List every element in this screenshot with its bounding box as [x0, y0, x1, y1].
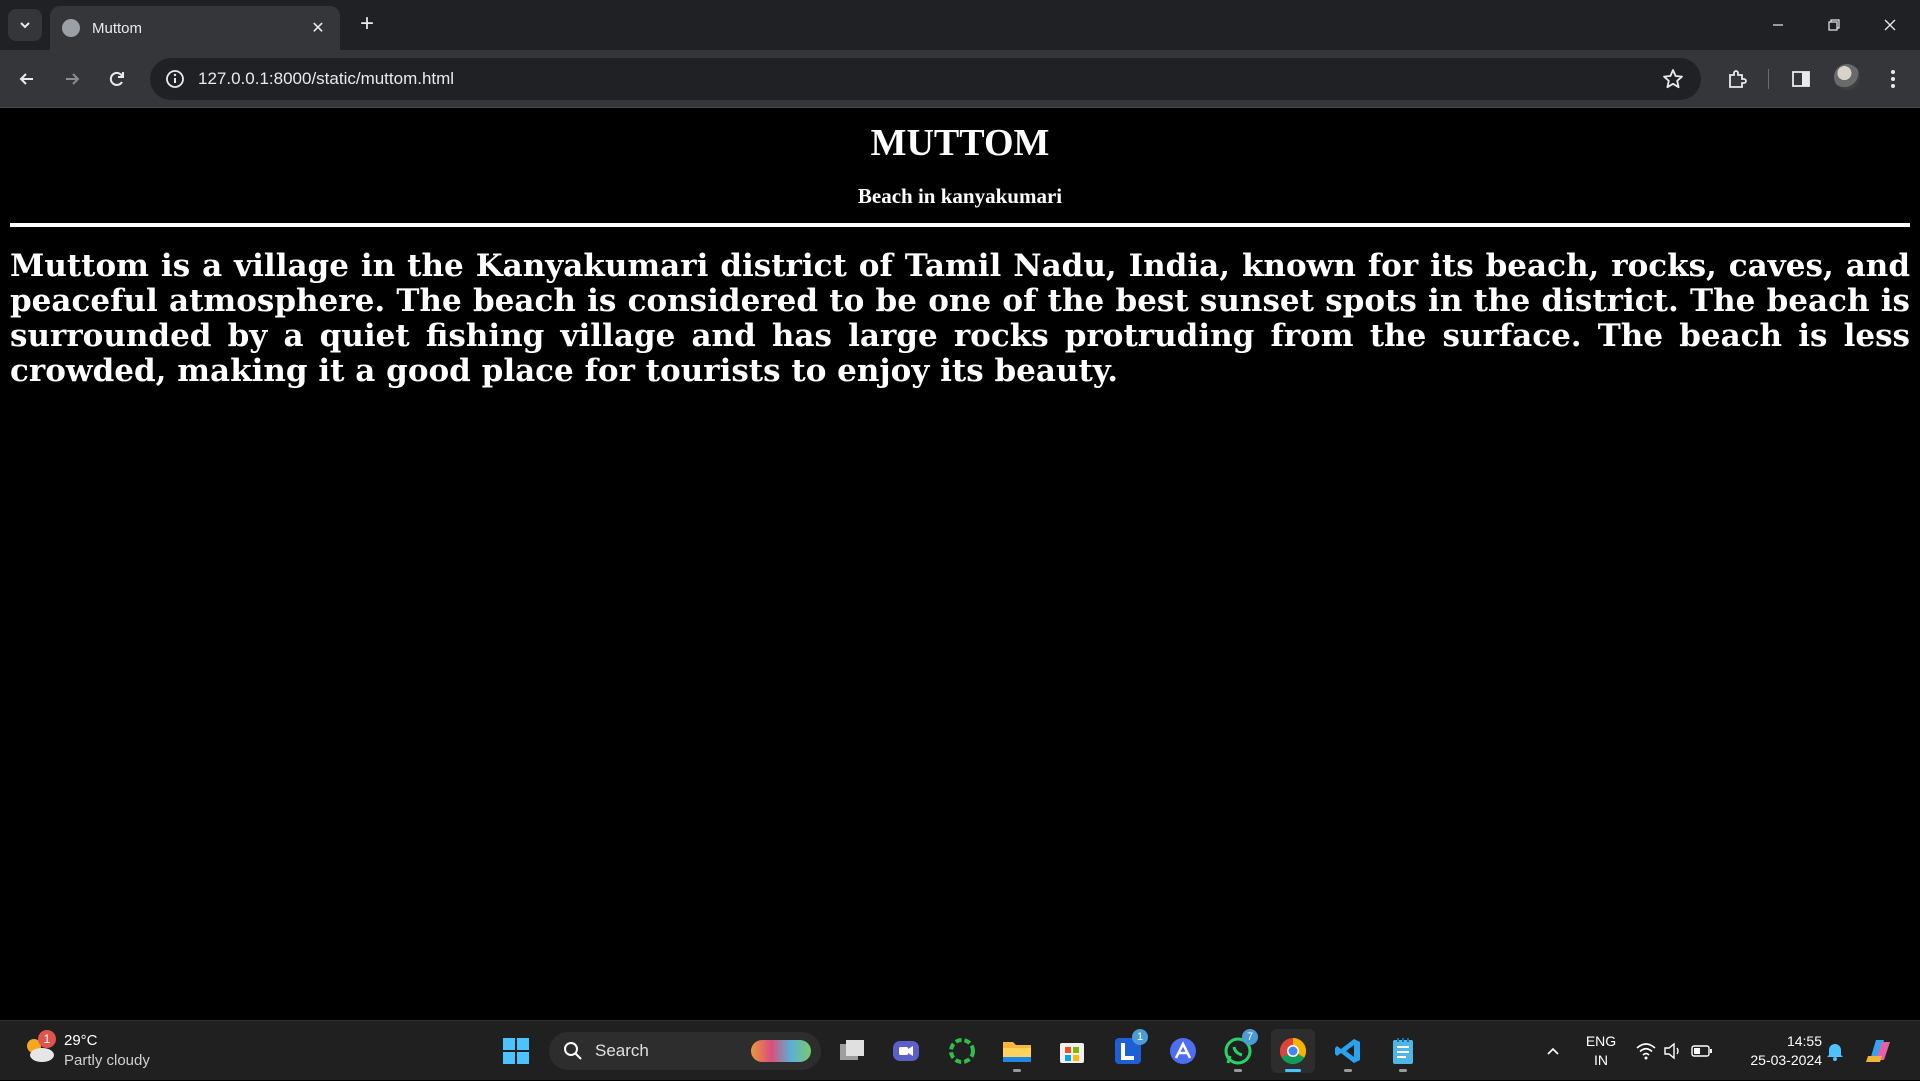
restore-icon: [1828, 19, 1840, 31]
info-icon[interactable]: [164, 68, 186, 90]
weather-badge: 1: [38, 1030, 56, 1048]
menu-button[interactable]: [1878, 64, 1908, 94]
taskbar-lockdown-app[interactable]: 1: [1106, 1029, 1150, 1073]
windows-icon: [503, 1038, 529, 1064]
plus-icon: +: [359, 10, 374, 37]
running-indicator: [1399, 1069, 1407, 1072]
new-tab-button[interactable]: +: [352, 10, 382, 40]
copilot-icon: [1866, 1040, 1890, 1062]
running-indicator: [1234, 1069, 1242, 1072]
side-panel-icon: [1792, 71, 1810, 87]
close-icon: [1884, 19, 1896, 31]
taskbar-task-view[interactable]: [830, 1029, 874, 1073]
clock-date: 25-03-2024: [1750, 1052, 1822, 1068]
folder-icon: [1003, 1042, 1031, 1062]
video-call-icon: [893, 1041, 919, 1061]
search-highlight-image: [751, 1040, 811, 1062]
running-indicator: [1013, 1069, 1021, 1072]
puzzle-icon: [1729, 70, 1747, 88]
tab-search-button[interactable]: [8, 9, 42, 41]
description-paragraph: Muttom is a village in the Kanyakumari d…: [10, 248, 1910, 389]
clock[interactable]: 14:55 25-03-2024: [1730, 1032, 1822, 1070]
browser-tab-strip: Muttom ✕ +: [0, 0, 1920, 50]
volume-icon: [1664, 1042, 1679, 1060]
input-language[interactable]: ENG IN: [1582, 1032, 1620, 1070]
taskbar-arc-app[interactable]: [1161, 1029, 1205, 1073]
taskbar-whatsapp[interactable]: 7: [1216, 1029, 1260, 1073]
profile-avatar[interactable]: [1834, 64, 1860, 90]
arc-app-icon: [1170, 1038, 1196, 1064]
taskbar: 1 29°C Partly cloudy Search 1 7 ENG IN 1…: [0, 1020, 1920, 1080]
code-editor-icon: [1335, 1039, 1360, 1063]
taskbar-ring-app[interactable]: [940, 1029, 984, 1073]
web-page: MUTTOM Beach in kanyakumari Muttom is a …: [0, 109, 1920, 1019]
quick-settings-button[interactable]: [1632, 1021, 1716, 1081]
wifi-icon: [1636, 1043, 1656, 1060]
running-indicator: [1344, 1069, 1352, 1072]
battery-icon: [1691, 1045, 1712, 1057]
taskbar-file-explorer[interactable]: [995, 1029, 1039, 1073]
side-panel-button[interactable]: [1786, 64, 1816, 94]
arrow-right-icon: [66, 73, 80, 85]
restore-button[interactable]: [1806, 0, 1862, 50]
back-button[interactable]: [10, 62, 44, 96]
forward-button[interactable]: [55, 62, 89, 96]
horizontal-rule: [10, 223, 1910, 227]
taskbar-teams[interactable]: [884, 1029, 928, 1073]
weather-widget[interactable]: 1 29°C Partly cloudy: [22, 1030, 182, 1072]
taskbar-notepad[interactable]: [1381, 1029, 1425, 1073]
bell-icon: [1827, 1044, 1843, 1061]
minimize-button[interactable]: [1750, 0, 1806, 50]
chevron-down-icon: [20, 22, 30, 29]
address-bar[interactable]: 127.0.0.1:8000/static/muttom.html: [150, 58, 1701, 100]
arrow-left-icon: [19, 73, 33, 85]
reload-button[interactable]: [100, 62, 134, 96]
show-hidden-icons-button[interactable]: [1538, 1021, 1568, 1081]
ring-app-icon: [949, 1038, 975, 1064]
close-icon[interactable]: ✕: [308, 18, 328, 38]
language-code: ENG: [1585, 1033, 1617, 1049]
chrome-icon: [1279, 1037, 1307, 1065]
clock-time: 14:55: [1786, 1033, 1822, 1049]
more-vertical-icon: [1891, 70, 1895, 88]
language-region: IN: [1594, 1052, 1608, 1068]
page-subtitle: Beach in kanyakumari: [857, 184, 1063, 208]
notification-badge: 1: [1132, 1029, 1148, 1045]
taskbar-search[interactable]: Search: [549, 1032, 821, 1070]
search-icon: [564, 1042, 582, 1060]
url-text[interactable]: 127.0.0.1:8000/static/muttom.html: [198, 69, 454, 89]
taskbar-microsoft-store[interactable]: [1050, 1029, 1094, 1073]
notification-badge: 7: [1242, 1029, 1258, 1045]
browser-tab[interactable]: Muttom ✕: [50, 6, 340, 50]
notepad-icon: [1393, 1038, 1413, 1064]
close-window-button[interactable]: [1862, 0, 1918, 50]
globe-icon: [62, 19, 80, 37]
store-icon: [1060, 1043, 1084, 1063]
page-title: MUTTOM: [870, 122, 1050, 164]
task-view-icon: [840, 1040, 864, 1060]
star-icon[interactable]: [1661, 67, 1685, 91]
notifications-button[interactable]: [1822, 1021, 1848, 1081]
search-label: Search: [595, 1041, 649, 1060]
minimize-icon: [1773, 24, 1783, 26]
weather-condition: Partly cloudy: [64, 1052, 150, 1069]
taskbar-vscode[interactable]: [1326, 1029, 1370, 1073]
start-button[interactable]: [494, 1029, 538, 1073]
taskbar-chrome[interactable]: [1271, 1029, 1315, 1073]
reload-icon: [109, 71, 124, 86]
browser-toolbar: 127.0.0.1:8000/static/muttom.html: [0, 50, 1920, 108]
extensions-button[interactable]: [1722, 64, 1752, 94]
copilot-button[interactable]: [1860, 1021, 1900, 1081]
chevron-up-icon: [1547, 1047, 1559, 1055]
active-indicator: [1285, 1069, 1301, 1072]
toolbar-separator: [1768, 69, 1769, 89]
weather-temperature: 29°C: [64, 1032, 98, 1049]
tab-title: Muttom: [92, 19, 143, 37]
